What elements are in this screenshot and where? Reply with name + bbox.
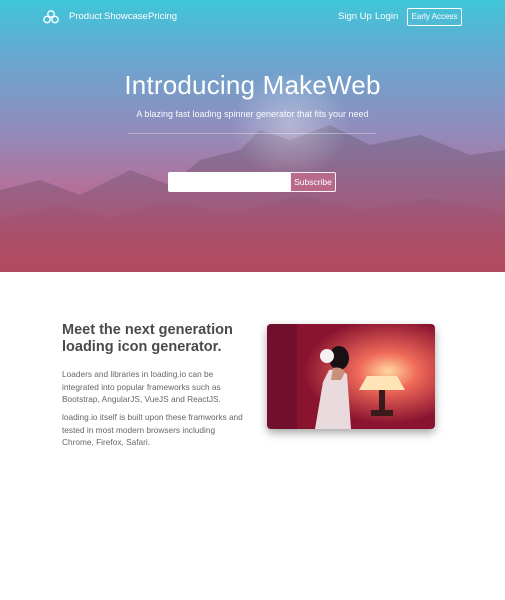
top-nav: Product Showcase Pricing Sign Up Login E… [0,0,505,34]
hero-subtitle: A blazing fast loading spinner generator… [136,109,369,119]
sign-up-link[interactable]: Sign Up [338,11,372,22]
hero-title: Introducing MakeWeb [124,70,381,100]
nav-link-pricing[interactable]: Pricing [148,11,177,22]
hero-divider [128,133,376,134]
nav-link-showcase[interactable]: Showcase [104,11,148,22]
cloud-logo-icon[interactable] [43,10,59,24]
feature-paragraph-2: loading.io itself is built upon these fr… [62,412,243,447]
feature-title: Meet the next generation loading icon ge… [62,322,233,355]
hero-section: Product Showcase Pricing Sign Up Login E… [0,0,505,272]
feature-photo [267,324,435,429]
subscribe-button[interactable]: Subscribe [290,172,336,192]
login-link[interactable]: Login [375,11,398,22]
early-access-button[interactable]: Early Access [407,8,462,26]
email-subscribe-input[interactable] [168,172,290,192]
bride-lamp-image [267,324,435,429]
feature-paragraph-1: Loaders and libraries in loading.io can … [62,369,221,404]
nav-link-product[interactable]: Product [69,11,102,22]
